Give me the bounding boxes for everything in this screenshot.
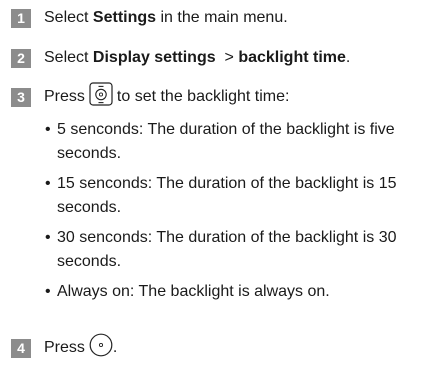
option-30-seconds: 30 senconds: The duration of the backlig… (57, 229, 397, 270)
step-1: 1 Select Settings in the main menu. (11, 8, 288, 28)
bullet-glyph: • (45, 229, 51, 246)
list-item: • 5 senconds: The duration of the backli… (45, 118, 415, 166)
step-number-badge: 4 (11, 338, 31, 358)
menu-item-display-settings: Display settings (92, 49, 216, 66)
step-number-badge: 2 (11, 48, 31, 68)
step-3: 3 Press to set the backlight time: (11, 82, 289, 112)
ok-key-icon (89, 333, 113, 363)
option-always-on: Always on: The backlight is always on. (57, 283, 330, 300)
nav-key-icon (89, 82, 113, 112)
bullet-glyph: • (45, 121, 51, 138)
step-text: Press . (44, 333, 117, 363)
step-4: 4 Press . (11, 333, 117, 363)
option-5-seconds: 5 senconds: The duration of the backligh… (57, 121, 395, 162)
list-item: • 15 senconds: The duration of the backl… (45, 172, 415, 220)
option-15-seconds: 15 senconds: The duration of the backlig… (57, 175, 397, 216)
step-number-badge: 3 (11, 87, 31, 107)
bullet-glyph: • (45, 175, 51, 192)
step-number-badge: 1 (11, 8, 31, 28)
list-item: • Always on: The backlight is always on. (45, 280, 415, 304)
step-text: Press to set the backlight time: (44, 82, 289, 112)
step-text: Select Settings in the main menu. (44, 9, 288, 26)
list-item: • 30 senconds: The duration of the backl… (45, 226, 415, 274)
menu-item-backlight-time: backlight time (238, 49, 346, 66)
bullet-glyph: • (45, 283, 51, 300)
menu-item-settings: Settings (92, 9, 157, 26)
step-2: 2 Select Display settings > backlight ti… (11, 48, 350, 68)
step-text: Select Display settings > backlight time… (44, 49, 351, 66)
